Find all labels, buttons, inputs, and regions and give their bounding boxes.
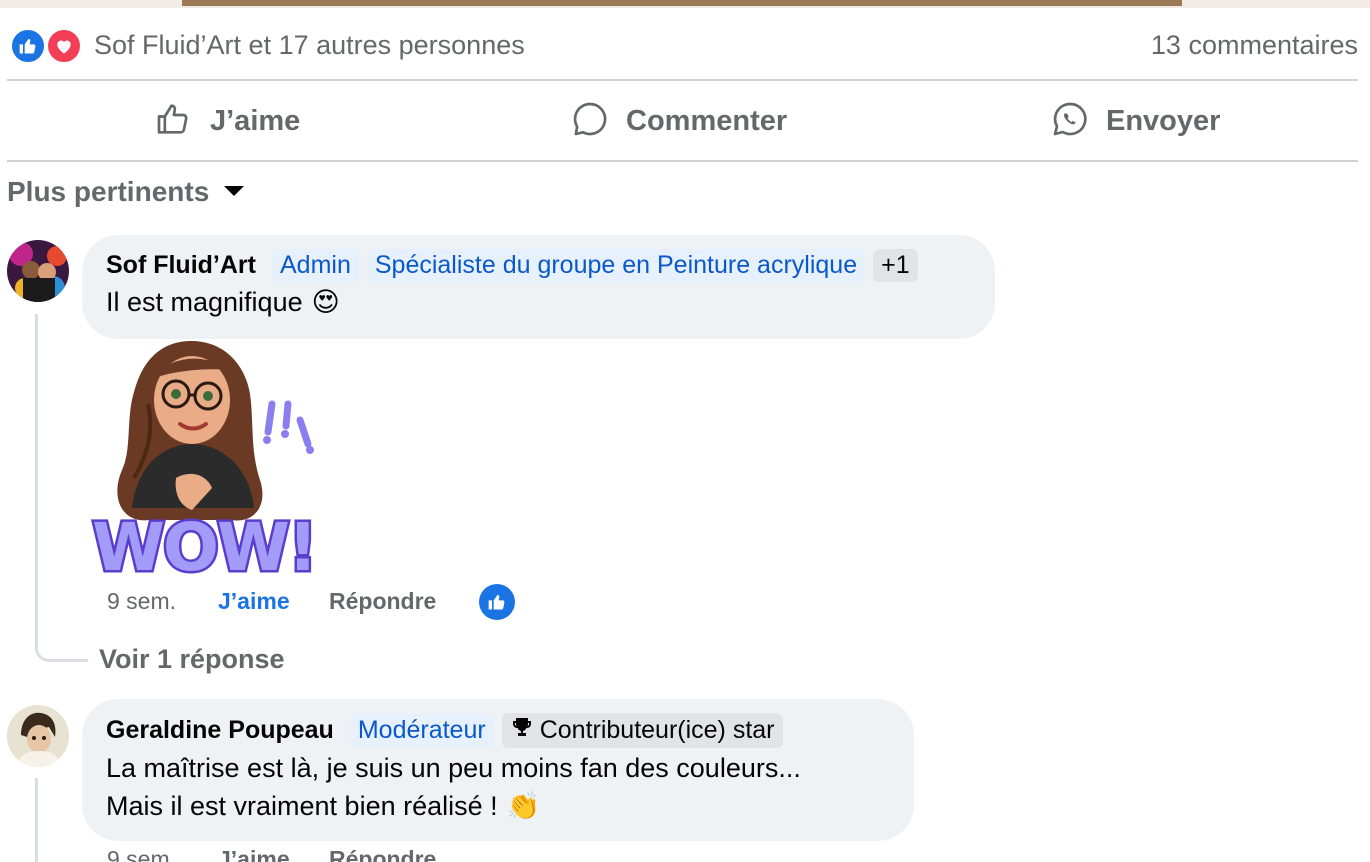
comment-time[interactable]: 9 sem. <box>107 588 218 615</box>
like-button-label: J’aime <box>210 104 301 137</box>
comment-header: Geraldine Poupeau Modérateur Contributeu… <box>106 713 791 748</box>
sticker-wow-text: WOW! <box>92 509 316 582</box>
clapping-hands-emoji: 👏 <box>506 791 541 821</box>
comment-bubble: Sof Fluid’Art Admin Spécialiste du group… <box>82 235 995 339</box>
divider <box>7 160 1358 162</box>
reaction-summary: Sof Fluid’Art et 17 autres personnes 13 … <box>0 22 1370 70</box>
comment-text: Il est magnifique 😍 <box>106 287 340 318</box>
comment-time[interactable]: 9 sem. <box>107 846 218 862</box>
comment-author[interactable]: Sof Fluid’Art <box>106 251 256 280</box>
heart-eyes-emoji: 😍 <box>311 287 340 317</box>
like-reaction-icon[interactable] <box>479 584 515 620</box>
love-reaction-icon <box>46 28 82 64</box>
send-button[interactable]: Envoyer <box>1050 100 1220 142</box>
comment-text-line: La maîtrise est là, je suis un peu moins… <box>106 753 801 783</box>
post-photo-bottom <box>182 0 1182 6</box>
comment-reply-button[interactable]: Répondre <box>329 846 479 862</box>
comment-text-content: Il est magnifique <box>106 287 303 317</box>
whatsapp-icon <box>1050 99 1090 144</box>
post-action-bar: J’aime Commenter Envoyer <box>0 82 1370 160</box>
divider <box>7 79 1358 81</box>
comment-meta: 9 sem. J’aime Répondre <box>107 846 479 862</box>
send-button-label: Envoyer <box>1106 104 1221 137</box>
comment-meta: 9 sem. J’aime Répondre <box>107 588 479 615</box>
comment-count[interactable]: 13 commentaires <box>1151 30 1358 61</box>
sort-label: Plus pertinents <box>7 176 210 207</box>
comment-button-label: Commenter <box>626 104 788 137</box>
comment-button[interactable]: Commenter <box>570 100 787 142</box>
star-contributor-label: Contributeur(ice) star <box>539 716 775 744</box>
reaction-summary-text[interactable]: Sof Fluid’Art et 17 autres personnes <box>94 30 525 61</box>
avatar[interactable] <box>7 705 69 767</box>
post-photo-edge <box>0 0 1370 8</box>
view-replies-link[interactable]: Voir 1 réponse <box>99 644 285 675</box>
specialist-badge[interactable]: Spécialiste du groupe en Peinture acryli… <box>366 249 866 282</box>
comment-text: La maîtrise est là, je suis un peu moins… <box>106 753 801 784</box>
comment-bubble: Geraldine Poupeau Modérateur Contributeu… <box>82 699 914 841</box>
admin-badge[interactable]: Admin <box>271 249 359 282</box>
like-button[interactable]: J’aime <box>154 100 300 142</box>
caret-down-icon <box>223 183 245 202</box>
comment-like-button[interactable]: J’aime <box>218 846 329 862</box>
thumbs-up-icon <box>154 99 194 144</box>
reply-thread-line <box>35 778 38 862</box>
comment-reply-button[interactable]: Répondre <box>329 588 479 615</box>
more-badges[interactable]: +1 <box>873 249 918 282</box>
reply-thread-line <box>35 314 88 662</box>
avatar[interactable] <box>7 240 69 302</box>
comment-text: Mais il est vraiment bien réalisé ! 👏 <box>106 790 540 822</box>
comment-bubble-icon <box>570 99 610 144</box>
reaction-icons[interactable] <box>10 28 84 64</box>
star-contributor-badge[interactable]: Contributeur(ice) star <box>501 713 783 748</box>
moderator-badge[interactable]: Modérateur <box>349 714 494 747</box>
trophy-icon <box>510 715 534 746</box>
wow-sticker[interactable]: WOW! <box>88 338 320 589</box>
comment-author[interactable]: Geraldine Poupeau <box>106 716 334 745</box>
comment-sort-dropdown[interactable]: Plus pertinents <box>7 176 245 208</box>
comment-like-button[interactable]: J’aime <box>218 588 329 615</box>
like-reaction-icon <box>10 28 46 64</box>
comment-text-line: Mais il est vraiment bien réalisé ! <box>106 790 498 821</box>
comment-header: Sof Fluid’Art Admin Spécialiste du group… <box>106 249 926 282</box>
